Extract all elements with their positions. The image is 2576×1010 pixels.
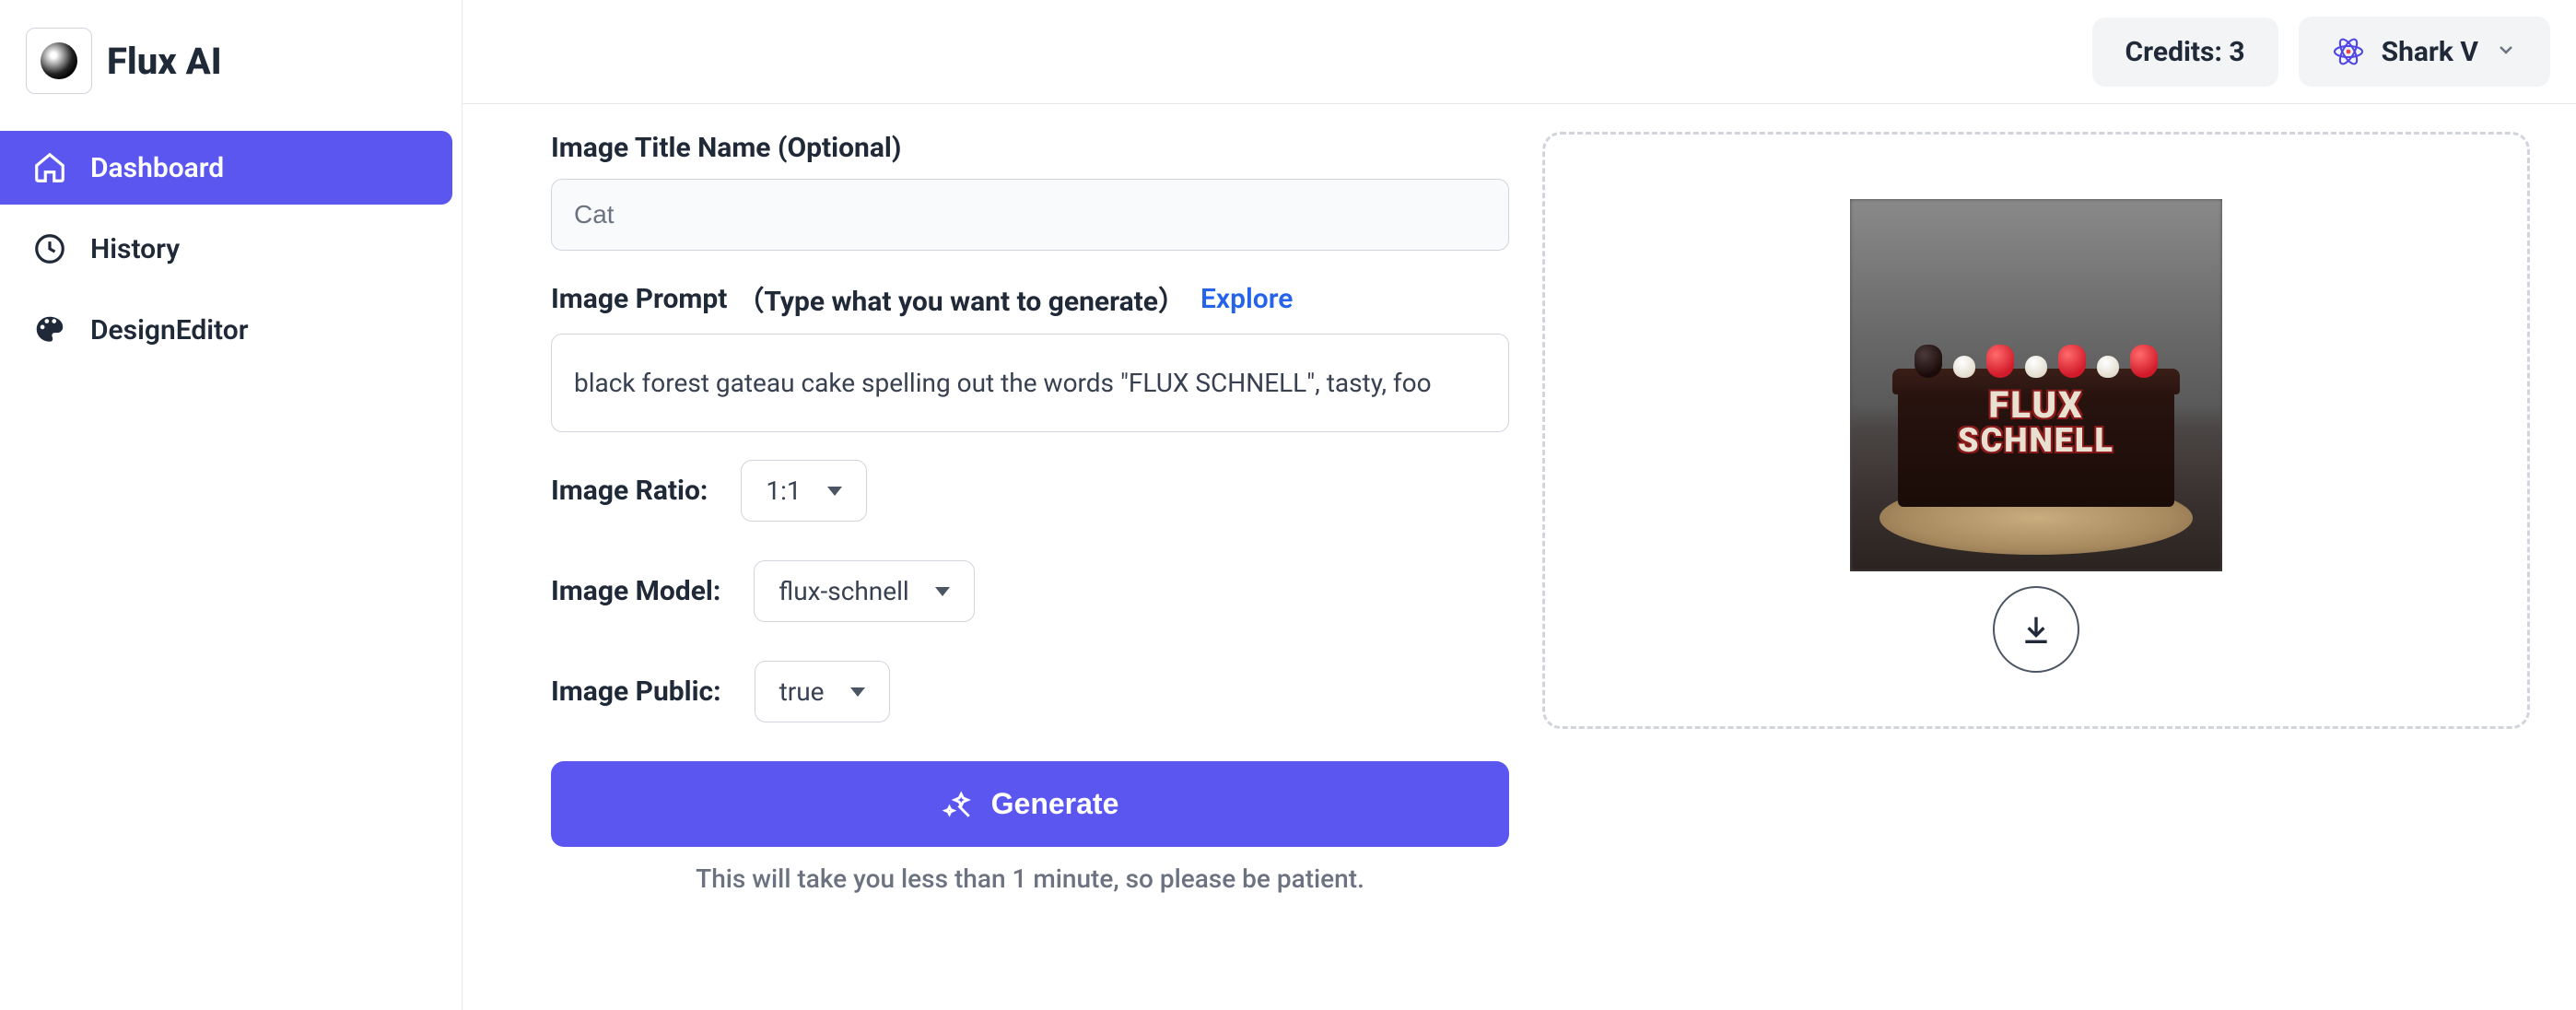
logo-area: Flux AI: [0, 28, 462, 131]
public-value: true: [779, 676, 825, 707]
home-icon: [31, 149, 68, 186]
generate-hint: This will take you less than 1 minute, s…: [551, 863, 1509, 894]
preview-image: FLUX SCHNELL: [1850, 199, 2222, 571]
download-button[interactable]: [1993, 586, 2079, 673]
sidebar-item-dashboard[interactable]: Dashboard: [0, 131, 452, 205]
model-row: Image Model: flux-schnell: [551, 560, 1509, 622]
atom-icon: [2332, 35, 2365, 68]
generate-button[interactable]: Generate: [551, 761, 1509, 847]
prompt-input[interactable]: black forest gateau cake spelling out th…: [551, 334, 1509, 432]
caret-down-icon: [827, 487, 842, 496]
prompt-label: Image Prompt: [551, 283, 727, 315]
cake-text-line2: SCHNELL: [1898, 424, 2174, 457]
topbar: Credits: 3 Shark V: [463, 0, 2576, 104]
chevron-down-icon: [2495, 36, 2517, 68]
content: Image Title Name (Optional) Image Prompt…: [463, 104, 2576, 922]
sidebar-item-label: Dashboard: [90, 152, 224, 184]
public-select[interactable]: true: [755, 661, 890, 722]
history-icon: [31, 230, 68, 267]
title-label: Image Title Name (Optional): [551, 132, 1509, 164]
palette-icon: [31, 311, 68, 348]
ratio-select[interactable]: 1:1: [741, 460, 866, 522]
caret-down-icon: [935, 587, 950, 596]
prompt-label-row: Image Prompt （Type what you want to gene…: [551, 278, 1509, 319]
ratio-row: Image Ratio: 1:1: [551, 460, 1509, 522]
sidebar-item-label: History: [90, 233, 180, 265]
sidebar-item-label: DesignEditor: [90, 314, 249, 346]
title-group: Image Title Name (Optional): [551, 132, 1509, 251]
cake-text-line1: FLUX: [1898, 387, 2174, 424]
main: Credits: 3 Shark V: [463, 0, 2576, 1010]
logo-icon: [26, 28, 92, 94]
public-row: Image Public: true: [551, 661, 1509, 722]
user-menu[interactable]: Shark V: [2299, 17, 2550, 87]
ratio-label: Image Ratio:: [551, 475, 708, 507]
public-label: Image Public:: [551, 675, 721, 708]
brand-name: Flux AI: [107, 40, 222, 83]
model-label: Image Model:: [551, 575, 720, 607]
preview-area: FLUX SCHNELL: [1542, 132, 2530, 729]
generate-label: Generate: [991, 787, 1119, 821]
wand-icon: [942, 789, 973, 820]
title-input[interactable]: [551, 179, 1509, 251]
credits-badge[interactable]: Credits: 3: [2092, 18, 2278, 87]
ratio-value: 1:1: [766, 476, 801, 506]
user-name: Shark V: [2382, 36, 2478, 68]
explore-link[interactable]: Explore: [1200, 283, 1293, 315]
sidebar-item-designeditor[interactable]: DesignEditor: [0, 293, 452, 367]
model-value: flux-schnell: [779, 576, 908, 606]
prompt-sublabel: （Type what you want to generate）: [736, 278, 1186, 319]
nav: Dashboard History DesignEditor: [0, 131, 462, 367]
sidebar-item-history[interactable]: History: [0, 212, 452, 286]
sidebar: Flux AI Dashboard History: [0, 0, 463, 1010]
prompt-group: Image Prompt （Type what you want to gene…: [551, 278, 1509, 432]
model-select[interactable]: flux-schnell: [754, 560, 974, 622]
credits-label: Credits: 3: [2125, 36, 2245, 68]
form-area: Image Title Name (Optional) Image Prompt…: [551, 132, 1509, 894]
caret-down-icon: [850, 687, 865, 697]
